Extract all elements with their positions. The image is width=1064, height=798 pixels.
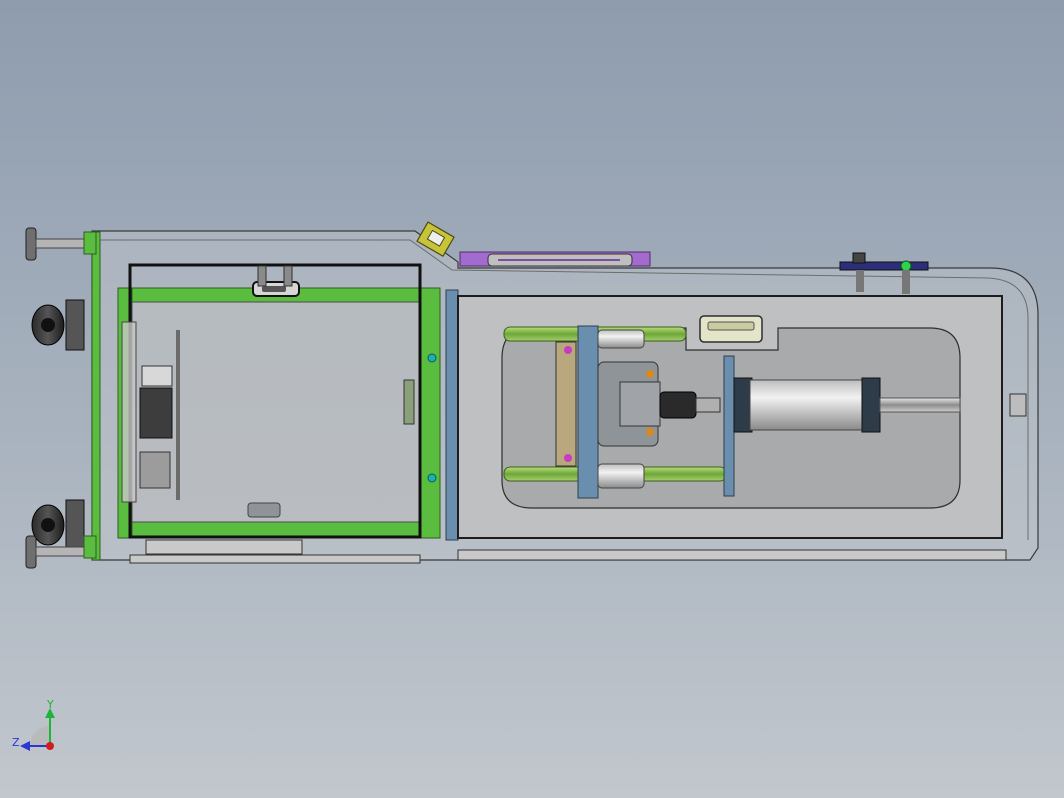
separator-plate bbox=[445, 289, 459, 541]
fixture-block bbox=[555, 341, 577, 467]
circuit-breaker bbox=[139, 387, 173, 439]
cabinet-frame-green bbox=[91, 231, 101, 561]
terminal-block bbox=[141, 365, 173, 387]
door-hinge-bottom bbox=[283, 265, 293, 287]
triad-y-label: Y bbox=[46, 698, 54, 711]
triad-z-label: Z bbox=[12, 736, 20, 749]
din-rail bbox=[176, 330, 180, 500]
teal-bolt-upper bbox=[427, 353, 437, 363]
side-latch[interactable] bbox=[403, 379, 415, 425]
piston-rod bbox=[879, 397, 961, 413]
cad-viewport[interactable]: Y Z bbox=[0, 0, 1064, 798]
leveling-foot-upper bbox=[25, 227, 93, 261]
adjust-knob[interactable] bbox=[852, 252, 866, 264]
magenta-bolt-bottom bbox=[564, 454, 572, 462]
mount-plate-left bbox=[577, 325, 599, 499]
cabinet-frame-right-post bbox=[419, 287, 441, 539]
view-triad[interactable]: Y Z bbox=[12, 698, 55, 751]
chamber-handle-grip bbox=[707, 321, 755, 331]
orange-fitting-top bbox=[646, 370, 654, 378]
mount-plate-right bbox=[723, 355, 735, 497]
guide-cylinder-upper bbox=[597, 329, 645, 349]
caster-lower bbox=[31, 499, 85, 551]
bottom-rail-left bbox=[129, 554, 421, 564]
orange-fitting-bottom bbox=[646, 428, 654, 436]
door-hinge-top bbox=[257, 265, 267, 287]
frame-end-plate-lower bbox=[83, 535, 97, 559]
magenta-bolt-top bbox=[564, 346, 572, 354]
teal-bolt-lower bbox=[427, 473, 437, 483]
cabinet-bottom-plate bbox=[145, 539, 303, 555]
green-indicator bbox=[900, 260, 912, 272]
machine-assembly bbox=[91, 221, 1039, 564]
door-latch-knob bbox=[262, 286, 286, 292]
connector-strip-left bbox=[121, 321, 137, 503]
cabinet-inner-panel bbox=[131, 301, 421, 523]
coupling bbox=[695, 397, 721, 413]
spindle-block bbox=[619, 381, 661, 427]
cylinder-end-cap bbox=[861, 377, 881, 433]
air-cylinder bbox=[749, 379, 863, 431]
relay-module bbox=[139, 451, 171, 489]
side-nut bbox=[1009, 393, 1027, 417]
caster-upper bbox=[31, 299, 85, 351]
x-axis-dot-icon bbox=[46, 742, 54, 750]
guide-cylinder-lower bbox=[597, 463, 645, 489]
frame-end-plate-upper bbox=[83, 231, 97, 255]
triad-arc bbox=[30, 726, 50, 746]
cylinder-flange bbox=[733, 377, 753, 433]
z-axis-arrow-icon bbox=[20, 741, 30, 751]
chuck bbox=[659, 391, 697, 419]
cabinet-bottom-handle[interactable] bbox=[247, 502, 281, 518]
bottom-rail bbox=[457, 549, 1007, 561]
